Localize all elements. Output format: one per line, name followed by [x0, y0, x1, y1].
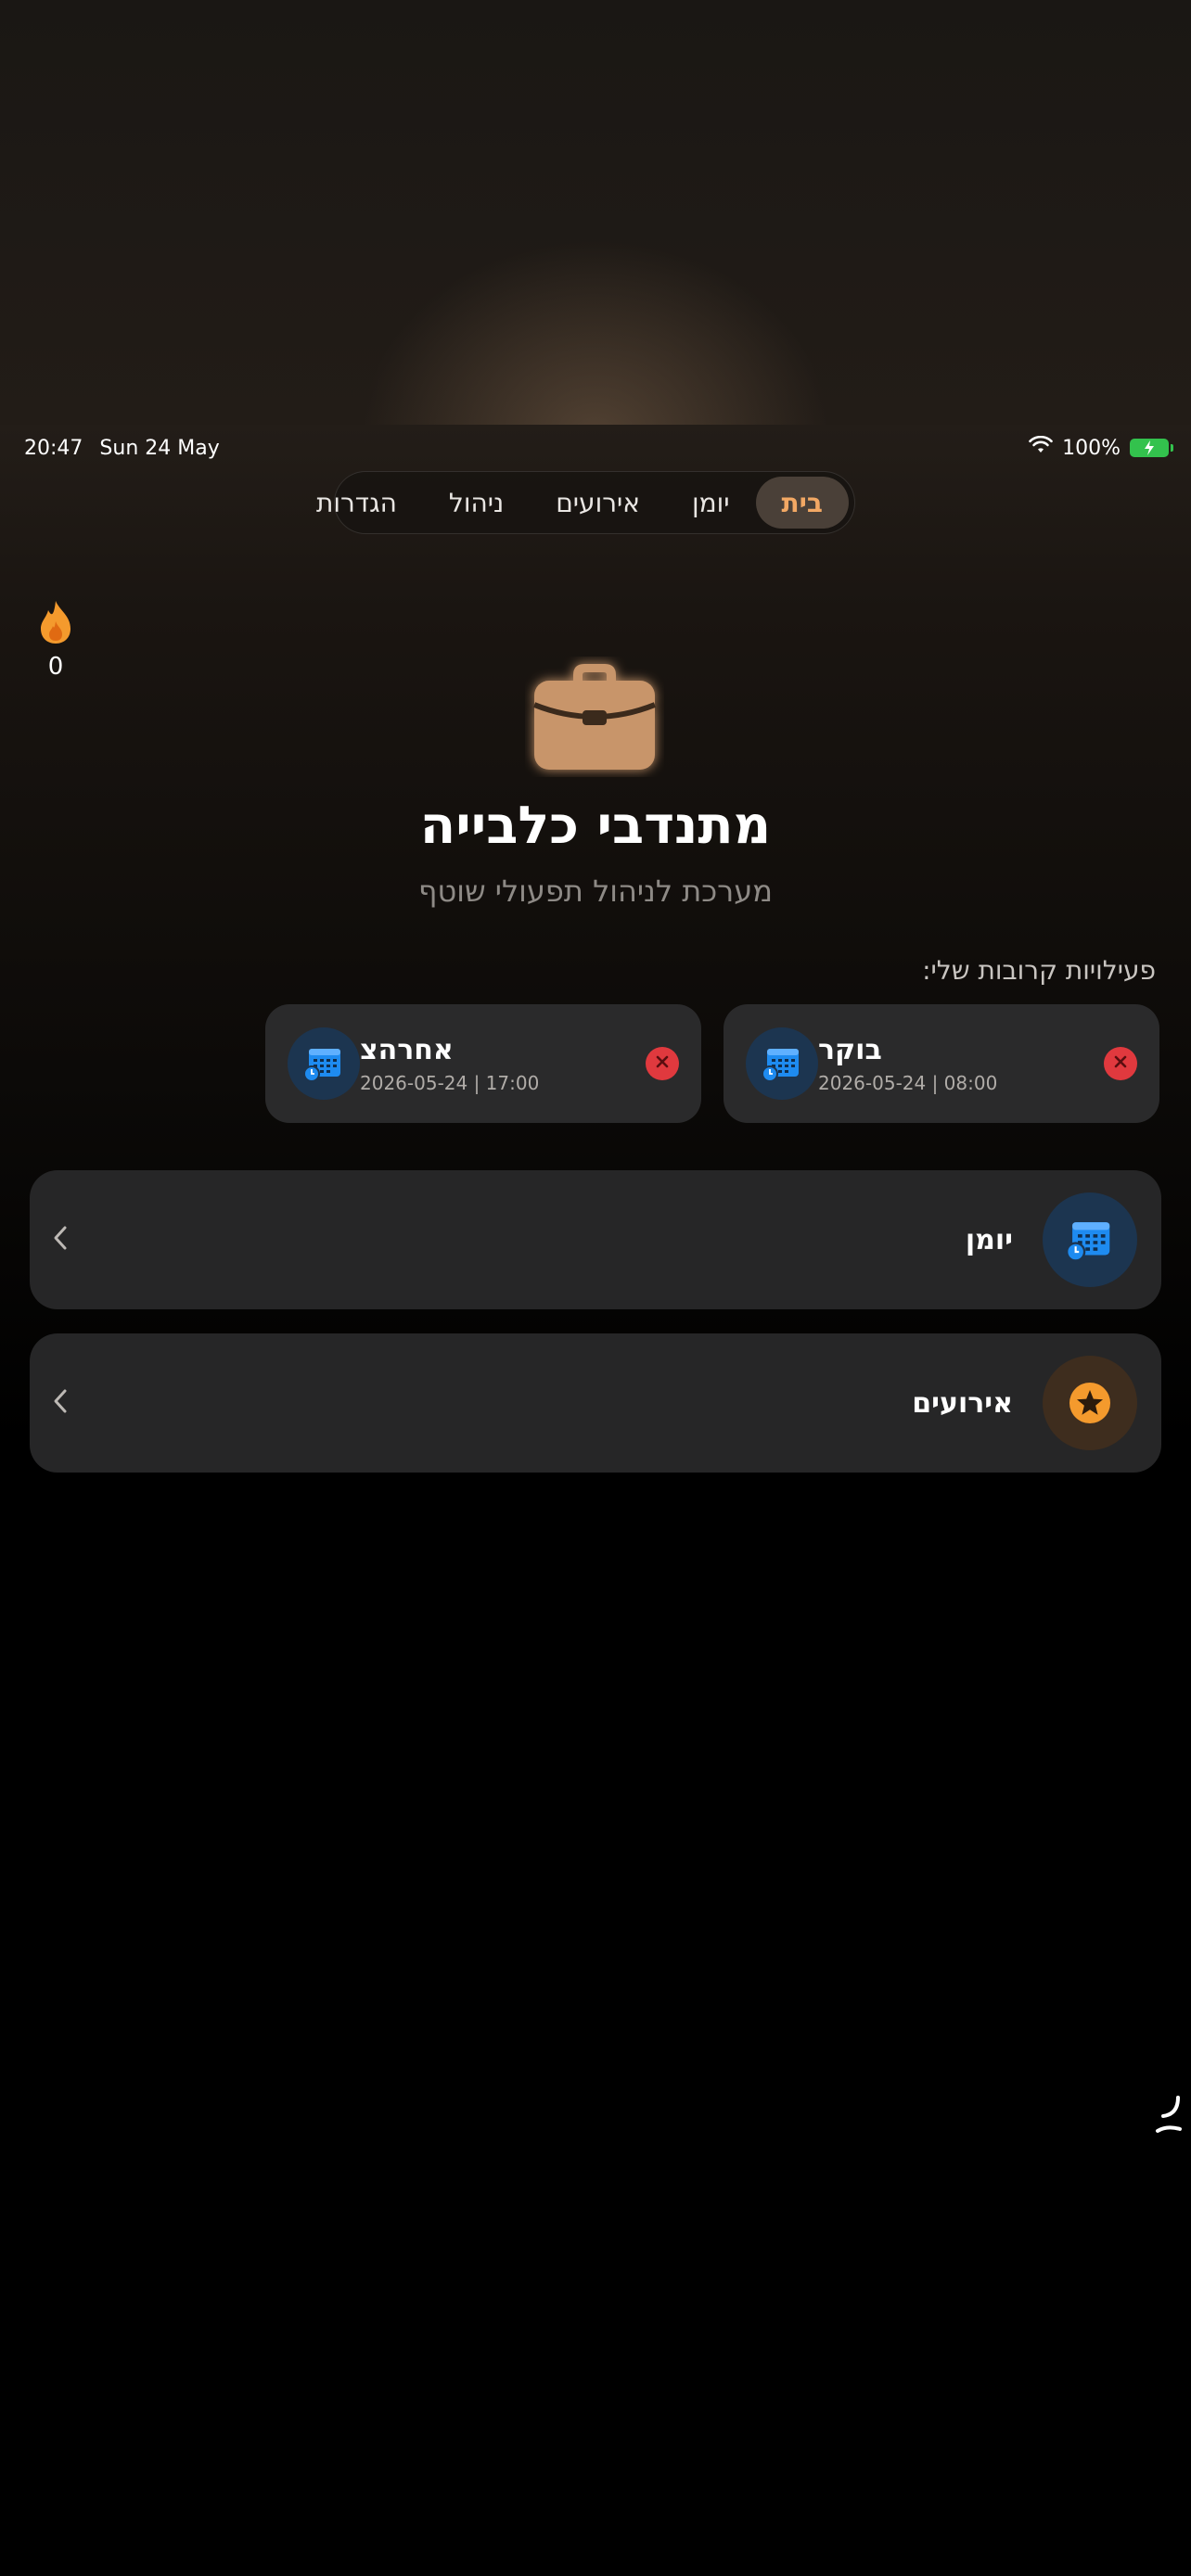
page-subtitle: מערכת לניהול תפעולי שוטף — [418, 874, 773, 909]
streak-count: 0 — [47, 653, 64, 681]
briefcase-icon — [525, 657, 664, 777]
activity-text: בוקר 2026-05-24 | 08:00 — [818, 1034, 1104, 1094]
star-icon — [1043, 1356, 1137, 1450]
calendar-icon — [288, 1027, 360, 1100]
chevron-left-icon — [52, 1388, 69, 1418]
status-time: 20:47 — [24, 436, 83, 460]
activity-card-afternoon[interactable]: אחרהצ 2026-05-24 | 17:00 — [265, 1004, 701, 1123]
activity-time: 2026-05-24 | 08:00 — [818, 1071, 998, 1094]
battery-icon — [1130, 439, 1173, 457]
activity-card-morning[interactable]: בוקר 2026-05-24 | 08:00 — [724, 1004, 1159, 1123]
upcoming-activities-label: פעילויות קרובות שלי: — [922, 955, 1156, 986]
status-date: Sun 24 May — [99, 436, 220, 460]
nav-card-content: יומן — [966, 1192, 1137, 1287]
tab-management[interactable]: ניהול — [423, 477, 530, 529]
tab-settings[interactable]: הגדרות — [290, 477, 423, 529]
nav-card-diary[interactable]: יומן — [30, 1170, 1161, 1309]
cancel-activity-button[interactable] — [1104, 1047, 1137, 1080]
close-icon — [655, 1054, 670, 1073]
page-title: מתנדבי כלבייה — [419, 796, 772, 856]
status-bar: 20:47 Sun 24 May 100% — [0, 425, 1191, 471]
tab-diary[interactable]: יומן — [666, 477, 756, 529]
scroll-indicator — [1150, 2094, 1184, 2149]
activity-title: בוקר — [818, 1033, 882, 1066]
activity-time: 2026-05-24 | 17:00 — [360, 1071, 540, 1094]
cancel-activity-button[interactable] — [646, 1047, 679, 1080]
status-left: 20:47 Sun 24 May — [24, 437, 220, 460]
battery-percent: 100% — [1062, 436, 1121, 460]
wifi-icon — [1029, 435, 1053, 460]
activity-text: אחרהצ 2026-05-24 | 17:00 — [360, 1034, 646, 1094]
close-icon — [1113, 1054, 1128, 1073]
streak-counter[interactable]: 0 — [35, 599, 76, 681]
nav-card-label: יומן — [965, 1223, 1013, 1256]
nav-card-label: אירועים — [912, 1386, 1013, 1420]
tab-home[interactable]: בית — [755, 477, 849, 529]
calendar-icon — [1043, 1192, 1137, 1287]
top-tab-bar: בית יומן אירועים ניהול הגדרות — [316, 471, 855, 534]
top-backdrop — [0, 0, 1191, 425]
flame-icon — [37, 601, 74, 649]
calendar-icon — [746, 1027, 818, 1100]
nav-card-events[interactable]: אירועים — [30, 1333, 1161, 1473]
status-right: 100% — [1029, 435, 1173, 460]
tab-events[interactable]: אירועים — [530, 477, 666, 529]
nav-card-content: אירועים — [912, 1356, 1137, 1450]
activity-title: אחרהצ — [360, 1033, 454, 1066]
chevron-left-icon — [52, 1225, 69, 1255]
app-screen: 20:47 Sun 24 May 100% בית יומן אירועים נ… — [0, 425, 1191, 2576]
